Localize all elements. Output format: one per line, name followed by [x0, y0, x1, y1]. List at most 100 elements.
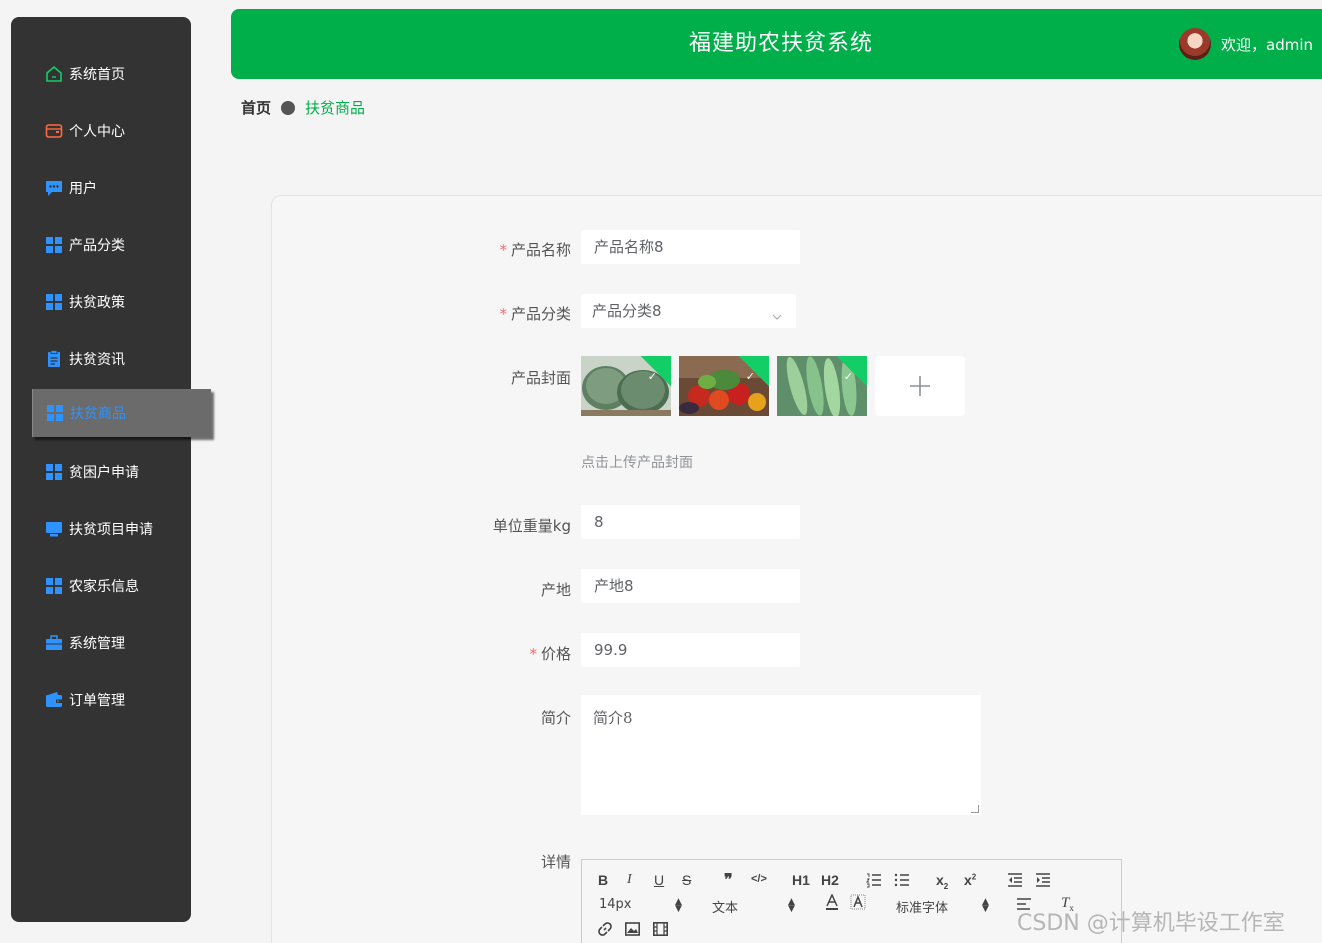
product-name-input[interactable]: 产品名称8: [581, 230, 800, 264]
check-icon: ✓: [647, 370, 657, 383]
chevron-down-icon: [771, 303, 783, 335]
breadcrumb-home[interactable]: 首页: [241, 97, 271, 118]
upload-cover-button[interactable]: [875, 356, 965, 416]
sidebar: 系统首页 个人中心 用户 产品分类 扶贫政策 扶贫资讯 扶贫商品 贫困户申请 扶…: [11, 17, 211, 922]
detail-label: 详情: [540, 853, 571, 871]
avatar[interactable]: [1179, 28, 1211, 60]
cover-image-loofah[interactable]: ✓: [777, 356, 867, 416]
sidebar-item-label: 产品分类: [69, 238, 125, 254]
watermark: CSDN @计算机毕设工作室: [1017, 911, 1285, 936]
sidebar-item-orders[interactable]: 订单管理: [11, 680, 191, 720]
blockquote-button[interactable]: ❞: [724, 870, 733, 890]
category-label: * 产品分类: [499, 305, 571, 323]
font-family-select[interactable]: 标准字体 ▲ ▼: [896, 897, 989, 917]
sidebar-item-label: 农家乐信息: [69, 579, 139, 595]
cover-image-vegetables[interactable]: ✓: [679, 356, 769, 416]
required-mark: *: [529, 645, 537, 663]
wallet-icon: [45, 691, 63, 709]
sidebar-item-product-category[interactable]: 产品分类: [11, 225, 191, 265]
strike-button[interactable]: S: [682, 872, 691, 888]
link-icon[interactable]: [598, 922, 612, 939]
breadcrumb: 首页 扶贫商品: [241, 97, 365, 118]
weight-input[interactable]: 8: [581, 505, 800, 539]
required-mark: *: [499, 241, 507, 259]
underline-button[interactable]: U: [654, 872, 664, 888]
chat-icon: [45, 179, 63, 197]
top-header: 福建助农扶贫系统 欢迎，admin: [231, 9, 1322, 79]
font-color-icon[interactable]: [824, 893, 840, 915]
sidebar-item-home[interactable]: 系统首页: [11, 54, 191, 94]
product-name-label: * 产品名称: [499, 241, 571, 259]
sidebar-item-project-apply[interactable]: 扶贫项目申请: [11, 509, 191, 549]
sidebar-item-label: 贫困户申请: [69, 465, 139, 481]
header1-button[interactable]: H1: [792, 872, 810, 888]
app-title: 福建助农扶贫系统: [688, 31, 873, 56]
intro-textarea[interactable]: 简介8: [581, 695, 981, 815]
sidebar-item-label: 个人中心: [69, 124, 125, 140]
updown-icon: ▲ ▼: [788, 897, 795, 914]
breadcrumb-current: 扶贫商品: [305, 99, 366, 117]
sidebar-item-label: 系统管理: [69, 636, 125, 652]
category-select[interactable]: 产品分类8: [581, 294, 796, 328]
code-block-button[interactable]: </>: [751, 873, 767, 885]
breadcrumb-separator-icon: [281, 100, 296, 115]
category-selected-value: 产品分类8: [592, 302, 662, 320]
sidebar-item-users[interactable]: 用户: [11, 168, 191, 208]
sidebar-item-system[interactable]: 系统管理: [11, 623, 191, 663]
intro-text: 简介8: [593, 709, 633, 727]
subscript-button[interactable]: x2: [936, 872, 948, 891]
sidebar-item-farmhouse[interactable]: 农家乐信息: [11, 566, 191, 606]
upload-tip: 点击上传产品封面: [581, 455, 693, 471]
check-icon: ✓: [745, 370, 755, 383]
monitor-icon: [45, 520, 63, 538]
sidebar-item-products[interactable]: 扶贫商品: [32, 389, 211, 437]
price-label: * 价格: [529, 645, 571, 663]
required-mark: *: [499, 305, 507, 323]
superscript-button[interactable]: x2: [964, 872, 976, 888]
updown-icon: ▲ ▼: [982, 897, 989, 914]
sidebar-item-news[interactable]: 扶贫资讯: [11, 339, 191, 379]
clipboard-icon: [45, 350, 63, 368]
grid-icon: [45, 236, 63, 254]
check-icon: ✓: [843, 370, 853, 383]
italic-button[interactable]: I: [627, 872, 632, 888]
welcome-text: 欢迎，admin: [1221, 35, 1313, 54]
sidebar-item-profile[interactable]: 个人中心: [11, 111, 191, 151]
sidebar-item-label: 扶贫资讯: [69, 352, 125, 368]
origin-input[interactable]: 产地8: [581, 569, 800, 603]
block-format-select[interactable]: 文本 ▲ ▼: [712, 897, 795, 917]
outdent-icon[interactable]: [1007, 872, 1023, 891]
intro-label: 简介: [540, 709, 571, 727]
bullet-list-icon[interactable]: [894, 872, 910, 891]
sidebar-item-label: 扶贫项目申请: [69, 522, 153, 538]
sidebar-item-label: 扶贫政策: [69, 295, 125, 311]
ordered-list-icon[interactable]: [866, 872, 882, 891]
grid-icon: [46, 404, 64, 422]
sidebar-item-label: 系统首页: [69, 67, 125, 83]
sidebar-item-poor-household[interactable]: 贫困户申请: [11, 452, 191, 492]
user-menu[interactable]: 欢迎，admin: [1179, 28, 1313, 60]
grid-icon: [45, 463, 63, 481]
grid-icon: [45, 293, 63, 311]
resize-handle-icon[interactable]: [971, 805, 979, 813]
background-color-icon[interactable]: [850, 894, 866, 915]
header2-button[interactable]: H2: [821, 872, 839, 888]
origin-label: 产地: [540, 581, 571, 599]
grid-icon: [45, 577, 63, 595]
price-input[interactable]: 99.9: [581, 633, 800, 667]
video-icon[interactable]: [653, 922, 668, 939]
briefcase-icon: [45, 634, 63, 652]
cover-image-winter-melon[interactable]: ✓: [581, 356, 671, 416]
image-icon[interactable]: [625, 922, 640, 939]
sidebar-item-label: 用户: [69, 181, 97, 197]
cover-label: 产品封面: [510, 369, 571, 387]
updown-icon: ▲ ▼: [675, 897, 682, 914]
home-icon: [45, 65, 63, 83]
font-size-select[interactable]: 14px ▲ ▼: [599, 897, 682, 914]
plus-icon: [910, 376, 930, 396]
bold-button[interactable]: B: [598, 872, 608, 888]
indent-icon[interactable]: [1035, 872, 1051, 891]
weight-label: 单位重量kg: [492, 517, 571, 535]
sidebar-item-policy[interactable]: 扶贫政策: [11, 282, 191, 322]
sidebar-item-label: 订单管理: [69, 693, 125, 709]
